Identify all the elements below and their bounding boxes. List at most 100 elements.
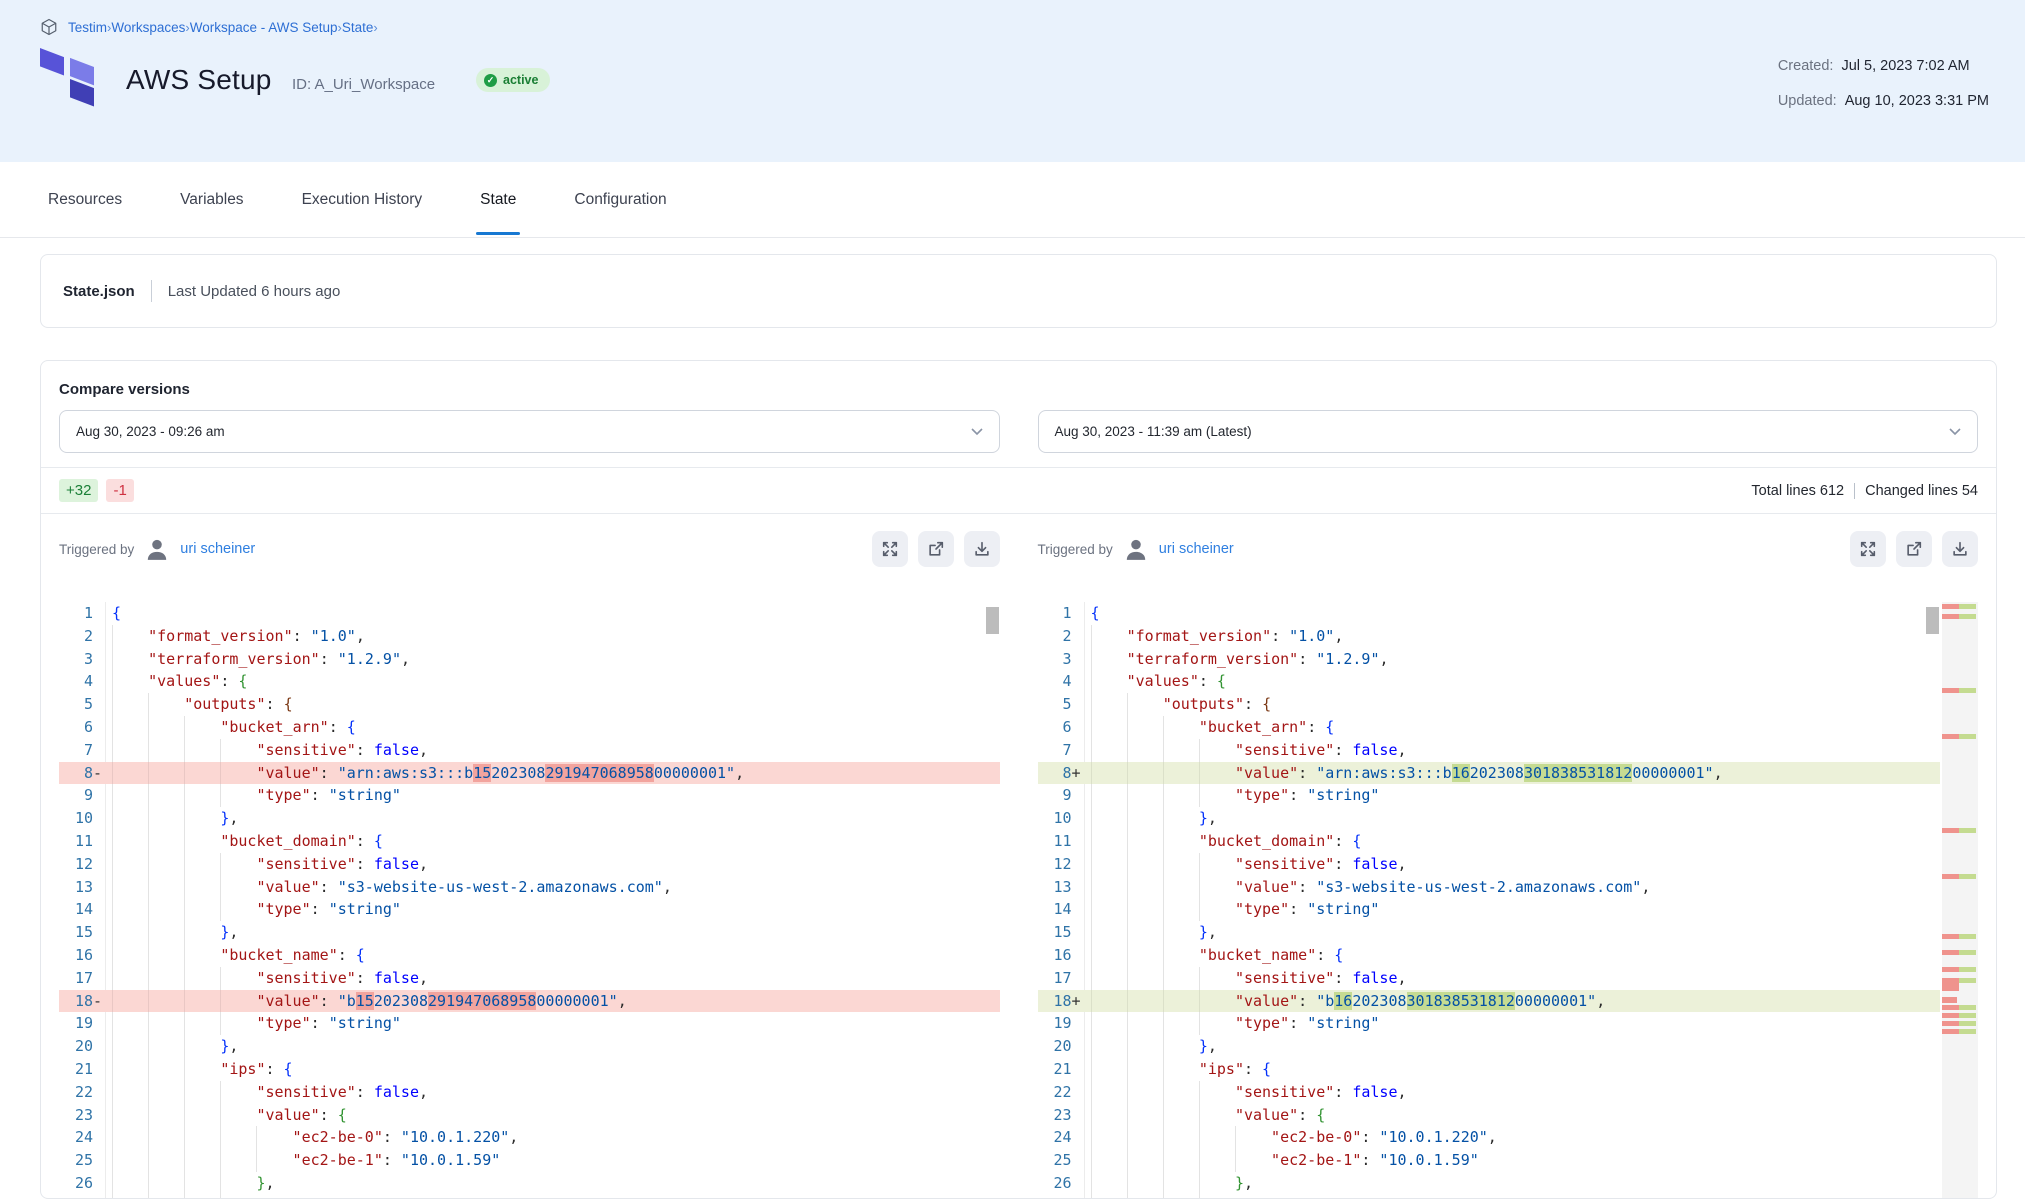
breadcrumb-link[interactable]: Workspaces (111, 20, 185, 35)
diff-marker (1072, 876, 1084, 899)
download-icon (973, 540, 991, 558)
code-line: 14"type": "string" (1038, 898, 1941, 921)
state-file-card: State.json Last Updated 6 hours ago (40, 254, 1997, 328)
version-selects-row: Aug 30, 2023 - 09:26 am Aug 30, 2023 - 1… (59, 410, 1978, 453)
fullscreen-button[interactable] (872, 531, 908, 567)
line-number: 19 (1038, 1012, 1072, 1035)
code-line: 27"type": [ (59, 1195, 1000, 1199)
right-version-select[interactable]: Aug 30, 2023 - 11:39 am (Latest) (1038, 410, 1979, 453)
fullscreen-button[interactable] (1850, 531, 1886, 567)
line-number: 22 (1038, 1081, 1072, 1104)
code-line: 17"sensitive": false, (1038, 967, 1941, 990)
code-line: 12"sensitive": false, (1038, 853, 1941, 876)
diff-marker (1072, 967, 1084, 990)
breadcrumb: Testim›Workspaces›Workspace - AWS Setup›… (40, 18, 378, 36)
diff-panels-row: 1{2"format_version": "1.0",3"terraform_v… (41, 602, 1996, 1199)
breadcrumb-link[interactable]: State (342, 20, 374, 35)
scrollbar-thumb[interactable] (986, 607, 999, 634)
line-number: 16 (59, 944, 93, 967)
code-line: 9"type": "string" (1038, 784, 1941, 807)
diff-marker (93, 693, 105, 716)
state-file-last-updated: Last Updated 6 hours ago (168, 283, 341, 300)
diff-marker (1072, 807, 1084, 830)
tab-state[interactable]: State (478, 165, 518, 235)
diff-marker (93, 1058, 105, 1081)
breadcrumb-separator: › (373, 20, 377, 35)
code-line: 10}, (1038, 807, 1941, 830)
open-in-new-button[interactable] (1896, 531, 1932, 567)
terraform-logo (40, 48, 94, 110)
code-line: 15}, (59, 921, 1000, 944)
diff-marker (93, 739, 105, 762)
diff-marker (1072, 853, 1084, 876)
line-number: 11 (59, 830, 93, 853)
line-number: 1 (1038, 602, 1072, 625)
triggered-by-user-link[interactable]: uri scheiner (180, 541, 255, 557)
line-number: 11 (1038, 830, 1072, 853)
code-line: 15}, (1038, 921, 1941, 944)
code-line: 25"ec2-be-1": "10.0.1.59" (1038, 1149, 1941, 1172)
code-line: 13"value": "s3-website-us-west-2.amazona… (1038, 876, 1941, 899)
diff-marker (1072, 693, 1084, 716)
diff-marker: + (1072, 990, 1084, 1013)
line-number: 12 (59, 853, 93, 876)
tab-variables[interactable]: Variables (178, 165, 245, 235)
left-version-select[interactable]: Aug 30, 2023 - 09:26 am (59, 410, 1000, 453)
breadcrumb-link[interactable]: Workspace - AWS Setup (190, 20, 338, 35)
expand-icon (881, 540, 899, 558)
changed-lines: Changed lines 54 (1865, 483, 1978, 499)
code-line: 5"outputs": { (1038, 693, 1941, 716)
line-number: 16 (1038, 944, 1072, 967)
tab-resources[interactable]: Resources (46, 165, 124, 235)
page-header: Testim›Workspaces›Workspace - AWS Setup›… (0, 0, 2025, 162)
code-line: 25"ec2-be-1": "10.0.1.59" (59, 1149, 1000, 1172)
diff-marker (1072, 1058, 1084, 1081)
line-number: 9 (59, 784, 93, 807)
tab-execution-history[interactable]: Execution History (300, 165, 425, 235)
right-state-panel-group: 1{2"format_version": "1.0",3"terraform_v… (1038, 602, 1979, 1199)
panel-headers-row: Triggered by uri scheiner Triggered by (41, 514, 1996, 568)
code-line: 14"type": "string" (59, 898, 1000, 921)
diff-marker (93, 1126, 105, 1149)
tab-configuration[interactable]: Configuration (572, 165, 668, 235)
line-number: 14 (59, 898, 93, 921)
line-number: 17 (1038, 967, 1072, 990)
diff-marker (1072, 1012, 1084, 1035)
scrollbar-thumb[interactable] (1926, 607, 1939, 634)
diff-marker (93, 602, 105, 625)
line-number: 6 (1038, 716, 1072, 739)
triggered-by-user-link[interactable]: uri scheiner (1159, 541, 1234, 557)
line-number: 3 (59, 648, 93, 671)
code-line: 1{ (59, 602, 1000, 625)
code-line: 16"bucket_name": { (1038, 944, 1941, 967)
diff-marker (93, 1172, 105, 1195)
open-in-new-icon (927, 540, 945, 558)
expand-icon (1859, 540, 1877, 558)
diff-marker (93, 1149, 105, 1172)
tab-bar: Resources Variables Execution History State… (0, 162, 2025, 238)
diff-marker (1072, 1035, 1084, 1058)
download-button[interactable] (1942, 531, 1978, 567)
line-totals: Total lines 612 Changed lines 54 (1751, 483, 1978, 499)
line-number: 20 (59, 1035, 93, 1058)
line-number: 4 (1038, 670, 1072, 693)
line-number: 13 (1038, 876, 1072, 899)
breadcrumb-link[interactable]: Testim (68, 20, 107, 35)
left-panel-header: Triggered by uri scheiner (59, 530, 1000, 568)
line-number: 21 (59, 1058, 93, 1081)
diff-marker (93, 716, 105, 739)
line-number: 24 (59, 1126, 93, 1149)
total-lines: Total lines 612 (1751, 483, 1844, 499)
diff-overview-ruler[interactable] (1942, 602, 1978, 1199)
code-line: 27"type": [ (1038, 1195, 1941, 1199)
code-line: 3"terraform_version": "1.2.9", (59, 648, 1000, 671)
line-number: 10 (1038, 807, 1072, 830)
left-version-value: Aug 30, 2023 - 09:26 am (76, 424, 225, 439)
diff-marker (93, 876, 105, 899)
line-number: 14 (1038, 898, 1072, 921)
download-button[interactable] (964, 531, 1000, 567)
code-line: 9"type": "string" (59, 784, 1000, 807)
open-in-new-button[interactable] (918, 531, 954, 567)
line-number: 23 (1038, 1104, 1072, 1127)
line-number: 7 (1038, 739, 1072, 762)
